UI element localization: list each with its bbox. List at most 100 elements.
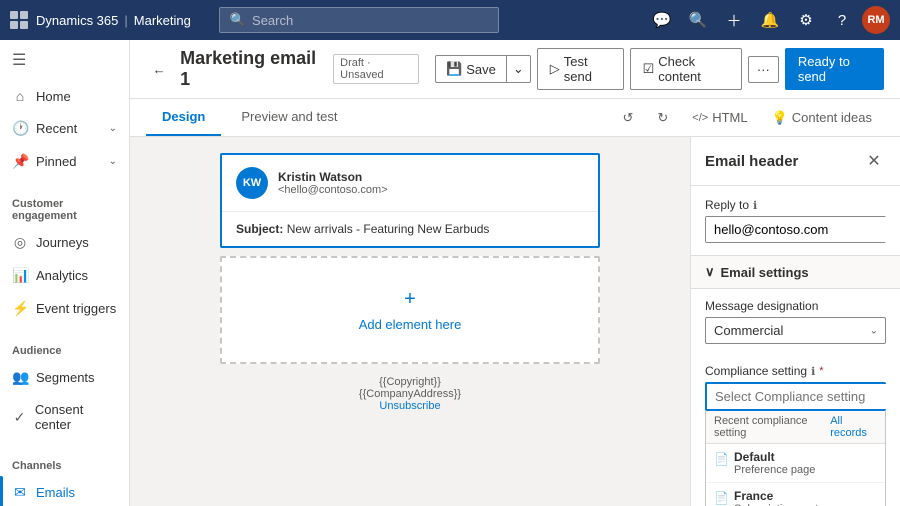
lightbulb-icon: 💡: [772, 110, 788, 126]
compliance-search-row[interactable]: 🔍: [705, 382, 886, 411]
page-header: ← Marketing email 1 Draft · Unsaved 💾 Sa…: [130, 40, 900, 99]
search-help-icon[interactable]: 🔍: [682, 4, 714, 36]
reply-to-section: Reply to ℹ {}: [691, 186, 900, 255]
recent-label: Recent compliance setting: [714, 415, 830, 439]
recent-arrow: ⌄: [109, 123, 117, 134]
main-area: ← Marketing email 1 Draft · Unsaved 💾 Sa…: [130, 40, 900, 506]
redo-button[interactable]: ↻: [649, 106, 676, 130]
home-icon: ⌂: [12, 88, 28, 104]
app-name: Dynamics 365 | Marketing: [36, 13, 191, 28]
reply-to-label: Reply to ℹ: [705, 198, 886, 212]
sidebar-item-segments[interactable]: 👥 Segments: [0, 361, 129, 394]
sender-email: <hello@contoso.com>: [278, 184, 388, 196]
email-footer: {{Copyright}} {{CompanyAddress}} Unsubsc…: [220, 364, 600, 424]
compliance-doc-icon-2: 📄: [714, 491, 728, 505]
all-records-link[interactable]: All records: [830, 415, 877, 439]
add-element-icon: +: [404, 288, 416, 311]
reply-to-info[interactable]: ℹ: [753, 199, 757, 212]
search-bar[interactable]: 🔍: [219, 7, 499, 33]
grid-icon[interactable]: [10, 11, 28, 29]
compliance-doc-icon-1: 📄: [714, 452, 728, 466]
save-split-button[interactable]: 💾 Save ⌄: [435, 55, 531, 83]
add-element-area[interactable]: + Add element here: [220, 256, 600, 364]
close-button[interactable]: ✕: [862, 149, 886, 173]
email-settings-title: ∨ Email settings: [705, 264, 809, 280]
pinned-arrow: ⌄: [109, 156, 117, 167]
html-icon: </>: [692, 112, 708, 124]
email-header-row: KW Kristin Watson <hello@contoso.com>: [222, 155, 598, 212]
app-name-text: Dynamics 365: [36, 13, 118, 28]
sidebar-item-consent-center[interactable]: ✓ Consent center: [0, 394, 129, 440]
journeys-icon: ◎: [12, 234, 28, 251]
page-header-actions: 💾 Save ⌄ ▷ Test send ☑ Check content ···: [435, 48, 884, 90]
email-settings-toggle[interactable]: ∨ Email settings: [691, 255, 900, 289]
email-canvas: KW Kristin Watson <hello@contoso.com> Su…: [130, 137, 690, 506]
sidebar-item-analytics[interactable]: 📊 Analytics: [0, 259, 129, 292]
unsubscribe-link[interactable]: Unsubscribe: [232, 400, 588, 412]
search-input[interactable]: [252, 13, 488, 28]
compliance-item-default[interactable]: 📄 Default Preference page: [706, 444, 885, 483]
test-send-button[interactable]: ▷ Test send: [537, 48, 624, 90]
check-icon: ☑: [643, 61, 655, 77]
ready-to-send-button[interactable]: Ready to send: [785, 48, 884, 90]
collapse-icon: ∨: [705, 264, 715, 280]
panel-header: Email header ✕: [691, 137, 900, 186]
content-ideas-button[interactable]: 💡 Content ideas: [764, 106, 880, 130]
html-button[interactable]: </> HTML: [684, 106, 755, 129]
required-star: *: [819, 365, 823, 377]
back-button[interactable]: ←: [146, 55, 172, 83]
section-audience: Audience: [0, 337, 129, 361]
sender-info: Kristin Watson <hello@contoso.com>: [278, 170, 388, 196]
sidebar-item-emails[interactable]: ✉ Emails: [0, 476, 129, 506]
sidebar-item-pinned[interactable]: 📌 Pinned ⌄: [0, 145, 129, 178]
sidebar-item-event-triggers[interactable]: ⚡ Event triggers: [0, 292, 129, 325]
notification-icon[interactable]: 🔔: [754, 4, 786, 36]
undo-button[interactable]: ↺: [614, 106, 641, 130]
compliance-setting-label: Compliance setting ℹ *: [705, 364, 886, 378]
email-card[interactable]: KW Kristin Watson <hello@contoso.com> Su…: [220, 153, 600, 248]
add-icon[interactable]: ＋: [718, 4, 750, 36]
message-designation-section: Message designation Commercial Transacti…: [691, 289, 900, 354]
segments-icon: 👥: [12, 369, 28, 386]
message-designation-select-wrapper[interactable]: Commercial Transactional ⌄: [705, 317, 886, 344]
save-dropdown-arrow[interactable]: ⌄: [506, 55, 531, 83]
consent-icon: ✓: [12, 409, 27, 426]
address-line: {{CompanyAddress}}: [232, 388, 588, 400]
sidebar-item-journeys[interactable]: ◎ Journeys: [0, 226, 129, 259]
tab-design[interactable]: Design: [146, 99, 221, 136]
sidebar-item-recent[interactable]: 🕐 Recent ⌄: [0, 112, 129, 145]
save-button[interactable]: 💾 Save: [435, 55, 506, 83]
reply-to-input-row[interactable]: {}: [705, 216, 886, 243]
reply-to-input[interactable]: [706, 217, 898, 242]
compliance-item-france[interactable]: 📄 France Subscription center: [706, 483, 885, 506]
content-area: KW Kristin Watson <hello@contoso.com> Su…: [130, 137, 900, 506]
panel-title: Email header: [705, 153, 798, 170]
avatar[interactable]: RM: [862, 6, 890, 34]
message-designation-label: Message designation: [705, 299, 886, 313]
settings-icon[interactable]: ⚙: [790, 4, 822, 36]
compliance-info[interactable]: ℹ: [811, 365, 815, 378]
more-button[interactable]: ···: [748, 56, 779, 83]
sender-avatar: KW: [236, 167, 268, 199]
redo-icon: ↻: [657, 110, 668, 126]
tab-actions: ↺ ↻ </> HTML 💡 Content ideas: [614, 106, 884, 130]
undo-icon: ↺: [622, 110, 633, 126]
section-channels: Channels: [0, 452, 129, 476]
save-icon: 💾: [446, 61, 462, 77]
menu-button[interactable]: ☰: [0, 40, 129, 80]
topbar-icons: 💬 🔍 ＋ 🔔 ⚙ ? RM: [646, 4, 890, 36]
message-designation-select[interactable]: Commercial Transactional: [705, 317, 886, 344]
compliance-section: Compliance setting ℹ * 🔍 Recent complian…: [691, 354, 900, 506]
topbar: Dynamics 365 | Marketing 🔍 💬 🔍 ＋ 🔔 ⚙ ? R…: [0, 0, 900, 40]
help-icon[interactable]: ?: [826, 4, 858, 36]
chat-icon[interactable]: 💬: [646, 4, 678, 36]
section-customer-engagement: Customer engagement: [0, 190, 129, 226]
compliance-search-input[interactable]: [707, 384, 899, 409]
draft-badge: Draft · Unsaved: [333, 54, 419, 84]
email-subject-row: Subject: New arrivals - Featuring New Ea…: [222, 212, 598, 246]
check-content-button[interactable]: ☑ Check content: [630, 48, 742, 90]
more-icon: ···: [757, 62, 770, 77]
tab-preview-test[interactable]: Preview and test: [225, 99, 353, 136]
test-send-icon: ▷: [550, 61, 560, 77]
sidebar-item-home[interactable]: ⌂ Home: [0, 80, 129, 112]
